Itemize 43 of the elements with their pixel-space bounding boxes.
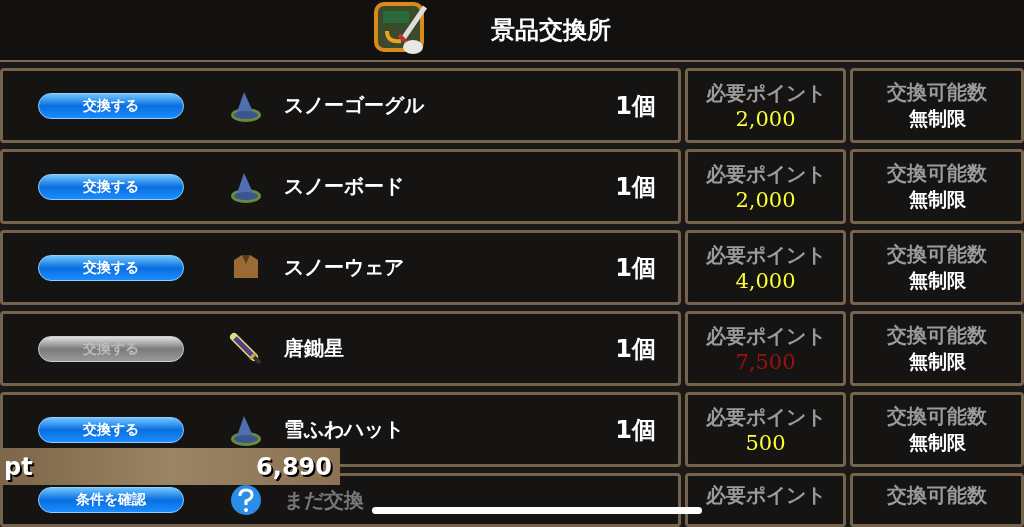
- limit-value: 無制限: [908, 268, 966, 293]
- item-quantity: 1個: [615, 333, 656, 365]
- balance-label: pt: [4, 452, 33, 481]
- points-label: 必要ポイント: [705, 161, 826, 188]
- exchange-button[interactable]: 交換する: [38, 92, 184, 119]
- header-title: 景品交換所: [491, 15, 611, 46]
- points-label: 必要ポイント: [705, 242, 826, 269]
- points-value: 7,500: [735, 350, 796, 374]
- limit-value: 無制限: [908, 106, 966, 131]
- item-quantity: 1個: [615, 252, 656, 284]
- exchange-button[interactable]: 交換する: [38, 254, 184, 281]
- balance-value: 6,890: [256, 452, 332, 481]
- item-name: スノーゴーグル: [284, 92, 424, 119]
- limit-label: 交換可能数: [887, 241, 987, 268]
- limit-label: 交換可能数: [887, 482, 987, 509]
- item-quantity: 1個: [615, 90, 656, 122]
- limit-label: 交換可能数: [887, 403, 987, 430]
- item-name: まだ交換: [284, 486, 364, 514]
- item-quantity: 1個: [615, 414, 656, 446]
- points-value: 2,000: [735, 188, 796, 212]
- points-label: 必要ポイント: [705, 323, 826, 350]
- points-value: 2,000: [735, 107, 796, 131]
- points-label: 必要ポイント: [705, 404, 826, 431]
- item-name: スノーウェア: [284, 254, 404, 281]
- limit-value: 無制限: [908, 430, 966, 455]
- limit-label: 交換可能数: [887, 322, 987, 349]
- sword-icon: [228, 330, 264, 367]
- item-name: スノーボード: [284, 173, 404, 200]
- exchange-button[interactable]: 条件を確認: [38, 487, 184, 513]
- exchange-button[interactable]: 交換する: [38, 416, 184, 443]
- limit-label: 交換可能数: [887, 79, 987, 106]
- exchange-button[interactable]: 交換する: [38, 173, 184, 200]
- item-name: 雪ふわハット: [284, 416, 404, 443]
- question-icon: [228, 482, 264, 518]
- points-label: 必要ポイント: [705, 80, 826, 107]
- limit-label: 交換可能数: [887, 160, 987, 187]
- points-value: 4,000: [735, 269, 796, 293]
- item-quantity: 1個: [615, 171, 656, 203]
- points-value: 500: [745, 431, 786, 455]
- limit-value: 無制限: [908, 187, 966, 212]
- points-label: 必要ポイント: [705, 482, 826, 509]
- item-name: 唐鋤星: [284, 335, 344, 362]
- limit-value: 無制限: [908, 349, 966, 374]
